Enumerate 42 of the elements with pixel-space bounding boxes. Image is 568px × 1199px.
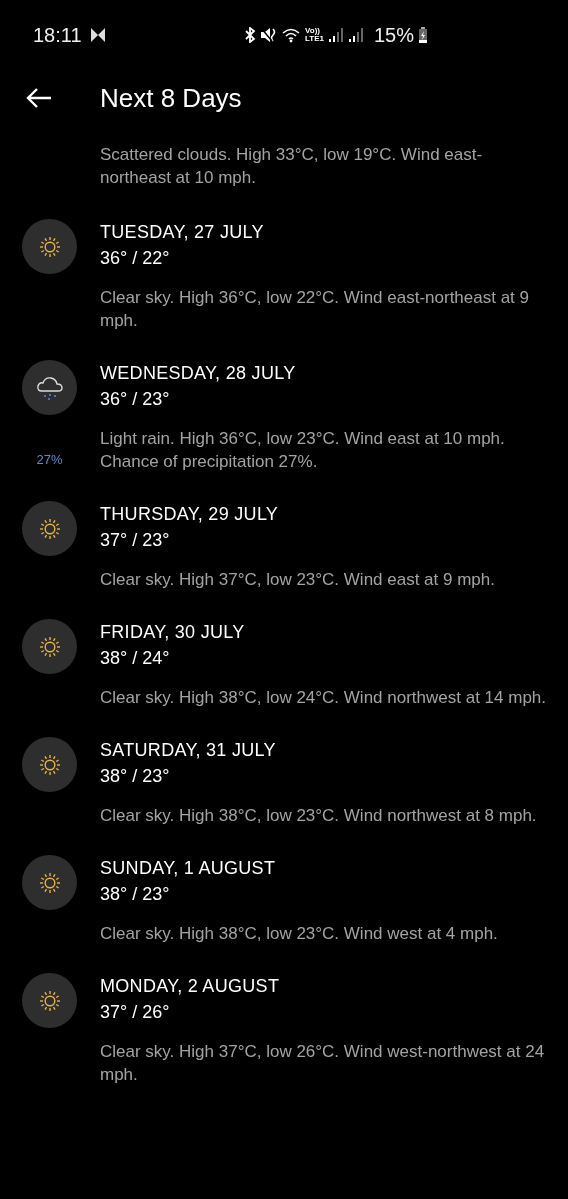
wifi-icon <box>282 27 300 43</box>
sun-icon <box>38 235 61 258</box>
mute-icon <box>260 27 278 43</box>
temperature-range: 37° / 26° <box>100 1001 171 1024</box>
bluetooth-icon <box>244 27 256 43</box>
signal-icon <box>327 27 344 43</box>
forecast-description: Clear sky. High 37°C, low 26°C. Wind west-northwest at 24 mph. <box>100 1041 546 1086</box>
forecast-description: Clear sky. High 38°C, low 23°C. Wind west at 4 mph. <box>100 923 499 945</box>
forecast-description: Clear sky. High 38°C, low 24°C. Wind northwest at 14 mph. <box>100 687 548 709</box>
temperature-range: 38° / 23° <box>100 765 171 788</box>
day-date: TUESDAY, 27 JULY <box>100 221 265 244</box>
day-date: THURSDAY, 29 JULY <box>100 503 280 526</box>
precipitation-chance: 27% <box>35 452 64 467</box>
day-date: FRIDAY, 30 JULY <box>100 621 246 644</box>
sun-icon <box>38 989 61 1012</box>
temperature-range: 38° / 23° <box>100 883 171 906</box>
network-label: LTE1 <box>305 35 324 43</box>
signal-icon <box>347 27 364 43</box>
forecast-description: Clear sky. High 36°C, low 22°C. Wind east-northeast at 9 mph. <box>100 287 531 332</box>
forecast-description: Light rain. High 36°C, low 23°C. Wind east at 10 mph. Chance of precipitation 27%. <box>100 428 506 473</box>
battery-icon <box>418 27 428 43</box>
day-date: SATURDAY, 31 JULY <box>100 739 277 762</box>
sun-icon <box>38 753 61 776</box>
sun-icon <box>38 635 61 658</box>
temperature-range: 37° / 23° <box>100 529 171 552</box>
battery-percent: 15% <box>373 23 414 47</box>
page-title: Next 8 Days <box>100 82 242 114</box>
back-button[interactable] <box>24 86 54 110</box>
temperature-range: 36° / 23° <box>100 388 171 411</box>
forecast-description: Clear sky. High 38°C, low 23°C. Wind northwest at 8 mph. <box>100 805 538 827</box>
forecast-description: Clear sky. High 37°C, low 23°C. Wind east at 9 mph. <box>100 569 496 591</box>
day-date: WEDNESDAY, 28 JULY <box>100 362 297 385</box>
clock-time: 18:11 <box>33 23 82 47</box>
sun-icon <box>38 871 61 894</box>
day-date: SUNDAY, 1 AUGUST <box>100 857 277 880</box>
forecast-description: Scattered clouds. High 33°C, low 19°C. Wind east-northeast at 10 mph. <box>100 144 484 189</box>
rain-cloud-icon <box>35 374 64 401</box>
temperature-range: 38° / 24° <box>100 647 171 670</box>
volte-label: Vo)) <box>305 27 320 35</box>
temperature-range: 36° / 22° <box>100 247 171 270</box>
sun-icon <box>38 517 61 540</box>
day-date: MONDAY, 2 AUGUST <box>100 975 281 998</box>
